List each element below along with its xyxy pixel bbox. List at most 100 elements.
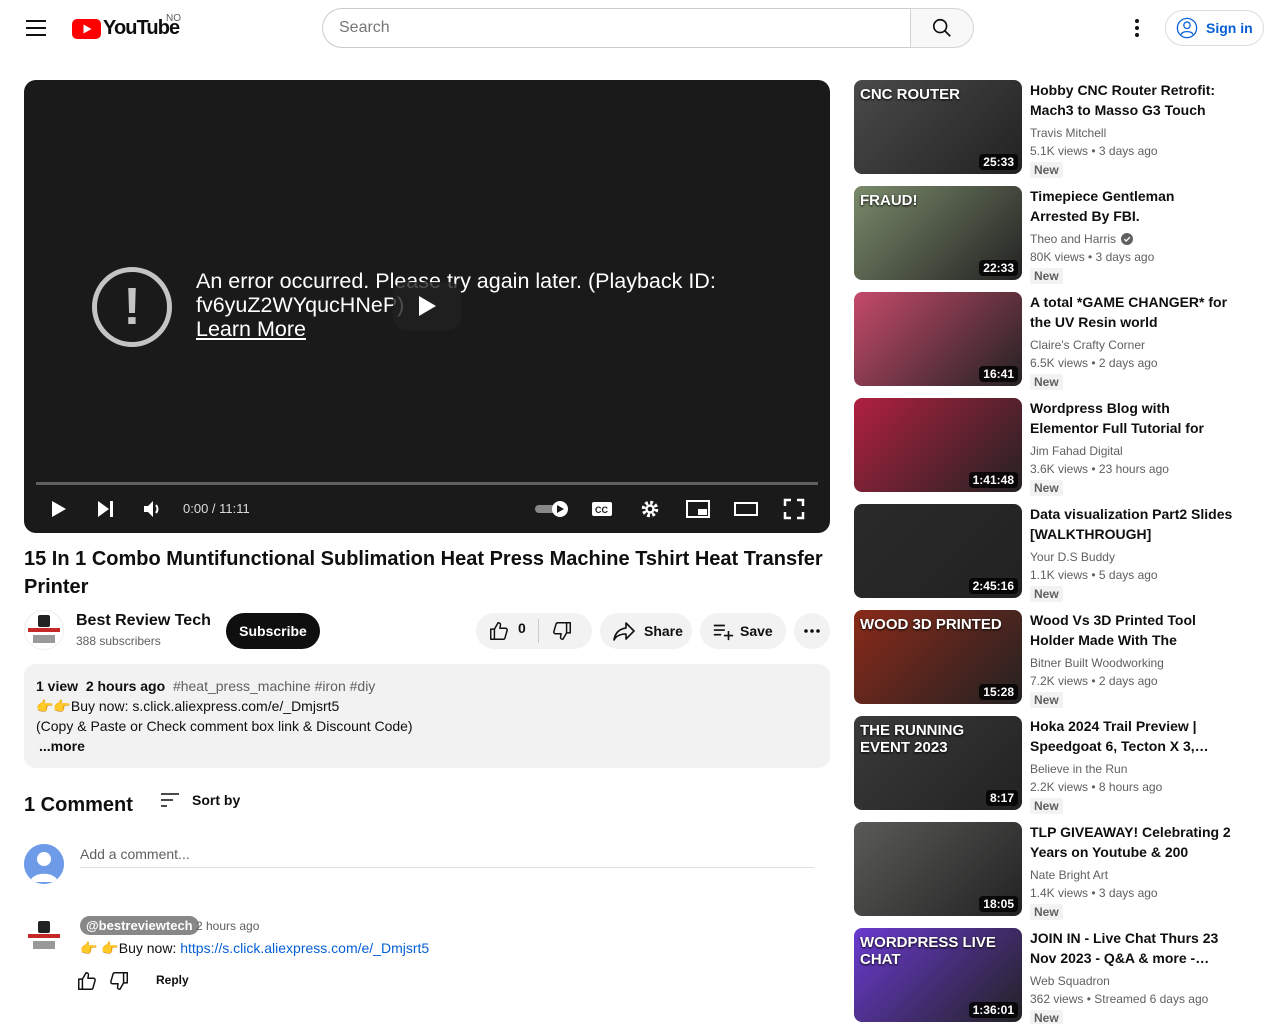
comment-reply-button[interactable]: Reply [156,973,189,987]
video-thumbnail[interactable]: CNC ROUTER 25:33 [854,80,1022,174]
channel-name[interactable]: Travis Mitchell [1030,126,1106,140]
description-line-text: Buy now: s.click.aliexpress.com/e/_Dmjsr… [70,698,340,714]
recommended-video[interactable]: FRAUD! 22:33 Timepiece Gentleman Arrested … [854,186,1254,284]
channel-name[interactable]: Your D.S Buddy [1030,550,1115,564]
miniplayer-button[interactable] [683,494,713,524]
new-badge: New [1030,162,1063,178]
recommended-video[interactable]: 18:05 TLP GIVEAWAY! Celebrating 2 Years o… [854,822,1254,920]
comment-dislike-button[interactable] [108,970,132,994]
channel-name[interactable]: Bitner Built Woodworking [1030,656,1164,670]
more-actions-button[interactable] [794,613,830,649]
recommended-video[interactable]: WOOD 3D PRINTED 15:28 Wood Vs 3D Printed T… [854,610,1254,708]
video-thumbnail[interactable]: 1:41:48 [854,398,1022,492]
learn-more-link[interactable]: Learn More [196,317,306,341]
video-title[interactable]: Timepiece Gentleman Arrested By FBI. [1030,186,1234,226]
channel-row: Jim Fahad Digital [1030,444,1123,458]
video-title[interactable]: A total *GAME CHANGER* for the UV Resin … [1030,292,1234,332]
comment-author[interactable]: @bestreviewtech [80,916,199,935]
recommended-video[interactable]: WORDPRESS LIVE CHAT 1:36:01 JOIN IN - Live… [854,928,1254,1024]
video-thumbnail[interactable]: WOOD 3D PRINTED 15:28 [854,610,1022,704]
channel-name[interactable]: Web Squadron [1030,974,1110,988]
channel-name[interactable]: Theo and Harris [1030,232,1116,246]
search-input[interactable] [322,8,911,48]
video-thumbnail[interactable]: THE RUNNING EVENT 2023 8:17 [854,716,1022,810]
add-comment-input[interactable]: Add a comment... [80,846,814,868]
recommended-video[interactable]: CNC ROUTER 25:33 Hobby CNC Router Retrofit… [854,80,1254,178]
masthead: YouTube NO Sign in [0,0,1280,56]
video-meta: 7.2K views • 2 days ago [1030,674,1158,688]
video-title[interactable]: Data visualization Part2 Slides [WALKTHR… [1030,504,1234,544]
channel-row: Nate Bright Art [1030,868,1108,882]
video-thumbnail[interactable]: 18:05 [854,822,1022,916]
country-code: NO [166,13,181,24]
video-title[interactable]: Wordpress Blog with Elementor Full Tutor… [1030,398,1234,438]
video-title[interactable]: Hoka 2024 Trail Preview | Speedgoat 6, T… [1030,716,1234,756]
video-player[interactable]: ! An error occurred. Please try again la… [24,80,830,533]
subscribe-button[interactable]: Subscribe [226,613,320,649]
sort-icon [161,793,179,807]
video-title[interactable]: TLP GIVEAWAY! Celebrating 2 Years on You… [1030,822,1234,862]
video-meta: 1.4K views • 3 days ago [1030,886,1158,900]
playlist-add-icon [713,624,734,641]
channel-name[interactable]: Claire's Crafty Corner [1030,338,1145,352]
video-duration: 8:17 [985,790,1018,806]
like-button[interactable]: 0 [488,620,526,642]
channel-name[interactable]: Nate Bright Art [1030,868,1108,882]
next-button[interactable] [91,494,121,524]
fullscreen-button[interactable] [779,494,809,524]
settings-button[interactable] [635,494,665,524]
recommended-video[interactable]: 16:41 A total *GAME CHANGER* for the UV R… [854,292,1254,390]
hashtags[interactable]: #heat_press_machine #iron #diy [173,678,375,694]
sort-by-label: Sort by [192,792,241,808]
settings-kebab-icon[interactable] [1117,8,1157,48]
pointing-hands-emoji: 👉👉 [36,698,71,714]
theater-mode-button[interactable] [731,494,761,524]
autoplay-toggle[interactable] [532,494,572,524]
new-badge: New [1030,374,1063,390]
svg-text:CC: CC [595,505,608,515]
video-thumbnail[interactable]: FRAUD! 22:33 [854,186,1022,280]
fullscreen-icon [783,498,805,520]
youtube-logo[interactable]: YouTube [72,17,180,40]
video-duration: 15:28 [979,684,1018,700]
channel-row: Web Squadron [1030,974,1110,988]
video-thumbnail[interactable]: WORDPRESS LIVE CHAT 1:36:01 [854,928,1022,1022]
channel-logo-icon [28,921,60,949]
description-box[interactable]: 1 view 2 hours ago #heat_press_machine #… [24,664,830,768]
channel-name[interactable]: Jim Fahad Digital [1030,444,1123,458]
save-button[interactable]: Save [700,613,786,649]
dislike-button[interactable] [551,620,573,642]
recommended-video[interactable]: 2:45:16 Data visualization Part2 Slides [… [854,504,1254,602]
video-title[interactable]: Hobby CNC Router Retrofit: Mach3 to Mass… [1030,80,1234,120]
comment-like-button[interactable] [76,970,100,994]
progress-bar[interactable] [36,482,818,485]
comment-time[interactable]: 2 hours ago [196,919,259,933]
sign-in-button[interactable]: Sign in [1165,10,1264,46]
search-button[interactable] [910,8,974,48]
comment-link[interactable]: https://s.click.aliexpress.com/e/_Dmjsrt… [180,940,429,956]
video-thumbnail[interactable]: 16:41 [854,292,1022,386]
channel-name[interactable]: Best Review Tech [76,612,211,630]
menu-icon[interactable] [16,8,56,48]
new-badge: New [1030,268,1063,284]
verified-badge-icon [1121,233,1134,245]
channel-avatar[interactable] [24,610,64,650]
search-icon [932,18,951,37]
video-duration: 25:33 [979,154,1018,170]
mute-button[interactable] [138,494,168,524]
channel-name[interactable]: Believe in the Run [1030,762,1127,776]
share-button[interactable]: Share [600,613,692,649]
play-button[interactable] [44,494,74,524]
large-play-button[interactable] [393,282,461,330]
recommended-video[interactable]: 1:41:48 Wordpress Blog with Elementor Ful… [854,398,1254,496]
video-title[interactable]: Wood Vs 3D Printed Tool Holder Made With… [1030,610,1234,650]
video-duration: 16:41 [979,366,1018,382]
channel-row: Believe in the Run [1030,762,1127,776]
show-more-button[interactable]: ...more [39,736,818,756]
recommended-video[interactable]: THE RUNNING EVENT 2023 8:17 Hoka 2024 Trai… [854,716,1254,814]
captions-button[interactable]: CC [587,494,617,524]
sort-by-button[interactable]: Sort by [160,792,240,808]
comment-author-avatar[interactable] [24,916,64,956]
video-title[interactable]: JOIN IN - Live Chat Thurs 23 Nov 2023 - … [1030,928,1234,968]
video-thumbnail[interactable]: 2:45:16 [854,504,1022,598]
